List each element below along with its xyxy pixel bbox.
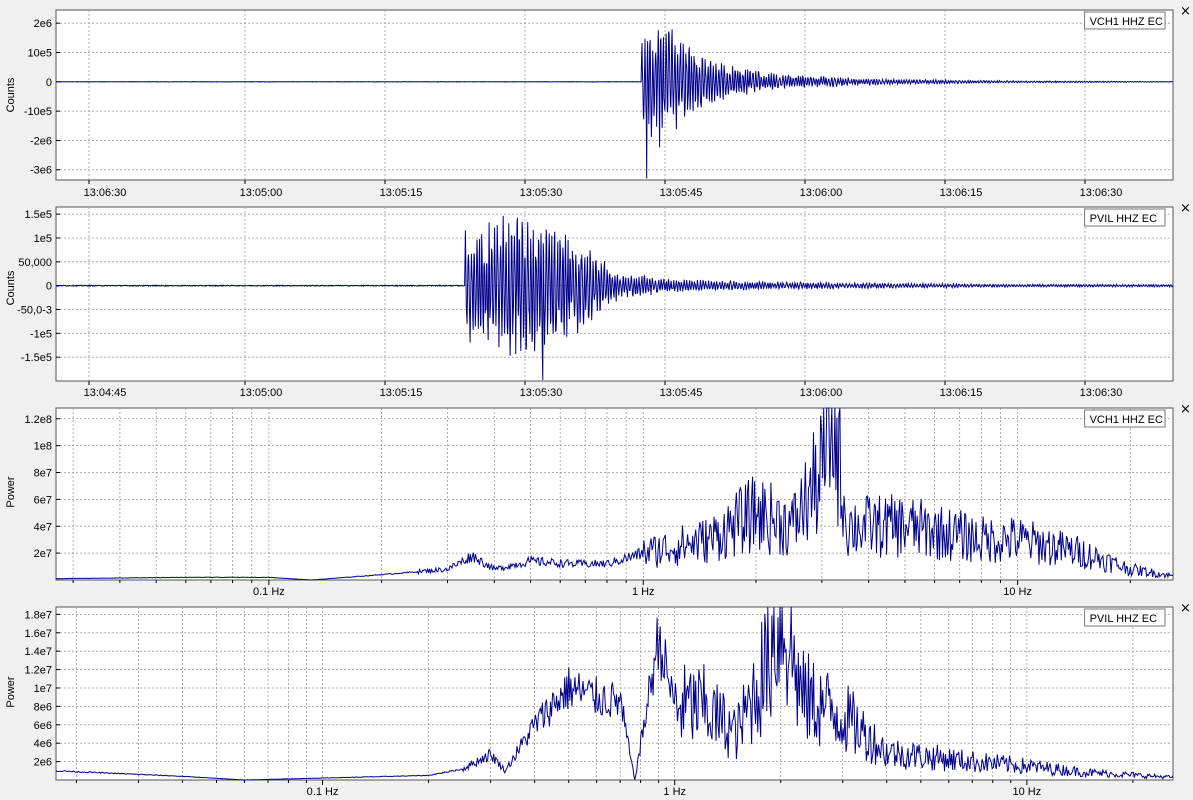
y-tick-label: 2e6 xyxy=(34,757,52,769)
y-tick-label: 0 xyxy=(46,77,52,89)
x-tick-label: 13:04:45 xyxy=(84,387,127,399)
y-axis-label: Power xyxy=(5,476,17,508)
y-tick-label: 1.5e5 xyxy=(24,209,52,221)
y-tick-label: -2e6 xyxy=(30,135,52,147)
legend-label: PVIL HHZ EC xyxy=(1090,213,1157,225)
y-tick-label: 10e5 xyxy=(28,48,52,60)
y-tick-label: 1.2e8 xyxy=(24,414,52,426)
y-tick-label: -1e5 xyxy=(30,328,52,340)
y-tick-label: 0 xyxy=(46,281,52,293)
y-tick-label: 1.8e7 xyxy=(24,609,52,621)
close-icon[interactable]: × xyxy=(1180,201,1191,216)
y-tick-label: 8e7 xyxy=(34,468,52,480)
y-tick-label: 1e5 xyxy=(34,233,52,245)
x-tick-label: 13:06:30 xyxy=(1080,387,1123,399)
y-tick-label: 6e6 xyxy=(34,720,52,732)
x-tick-label: 13:05:45 xyxy=(660,187,703,199)
x-tick-label: 0.1 Hz xyxy=(307,786,339,798)
spectrum-panel-2: 0.1 Hz 1 Hz 10 Hz 1.8e7 1.6e7 1.4e7 1.2e7 1e7 8e… xyxy=(5,601,1191,798)
y-tick-label: 50,000 xyxy=(18,257,52,269)
x-tick-label: 13:06:30 xyxy=(1080,187,1123,199)
x-tick-label: 1 Hz xyxy=(632,586,655,598)
plot-area xyxy=(55,9,1174,181)
x-tick-label: 0.1 Hz xyxy=(253,586,285,598)
plot-area xyxy=(55,407,1174,581)
y-tick-label: -50,0-3 xyxy=(17,304,52,316)
y-axis-label: Power xyxy=(5,676,17,708)
x-tick-label: 13:05:45 xyxy=(660,387,703,399)
y-tick-label: -3e6 xyxy=(30,165,52,177)
x-tick-label: 13:06:15 xyxy=(940,387,983,399)
x-tick-label: 1 Hz xyxy=(663,786,686,798)
close-icon[interactable]: × xyxy=(1180,402,1191,417)
x-tick-label: 13:06:00 xyxy=(800,187,843,199)
y-tick-label: 1.6e7 xyxy=(24,628,52,640)
seismogram-charts: 13:06:30 13:05:00 13:05:15 13:05:30 13:05:45… xyxy=(5,4,1191,798)
y-axis-label: Counts xyxy=(5,77,17,112)
x-tick-label: 13:05:30 xyxy=(520,187,563,199)
x-tick-label: 10 Hz xyxy=(1003,586,1032,598)
spectrum-panel-1: 0.1 Hz 1 Hz 10 Hz 1.2e8 1e8 8e7 6e7 4e7 2e7 Power… xyxy=(5,402,1191,598)
y-axis-label: Counts xyxy=(5,270,17,305)
waveform-panel-2: 13:04:45 13:05:00 13:05:15 13:05:30 13:05:45… xyxy=(5,201,1191,399)
y-tick-label: 2e6 xyxy=(34,18,52,30)
y-tick-label: 2e7 xyxy=(34,548,52,560)
legend-label: PVIL HHZ EC xyxy=(1090,613,1157,625)
x-tick-label: 13:05:30 xyxy=(520,387,563,399)
waveform-panel-1: 13:06:30 13:05:00 13:05:15 13:05:30 13:05:45… xyxy=(5,4,1191,199)
legend-label: VCH1 HHZ EC xyxy=(1090,414,1163,426)
x-tick-label: 10 Hz xyxy=(1012,786,1041,798)
y-tick-label: 1e8 xyxy=(34,441,52,453)
x-tick-label: 13:06:15 xyxy=(940,187,983,199)
close-icon[interactable]: × xyxy=(1180,601,1191,616)
y-tick-label: 4e7 xyxy=(34,521,52,533)
x-tick-label: 13:06:00 xyxy=(800,387,843,399)
y-tick-label: 1.4e7 xyxy=(24,646,52,658)
y-tick-label: 1.2e7 xyxy=(24,665,52,677)
y-tick-label: 4e6 xyxy=(34,738,52,750)
y-tick-label: 8e6 xyxy=(34,701,52,713)
y-tick-label: -10e5 xyxy=(24,106,52,118)
y-tick-label: 6e7 xyxy=(34,494,52,506)
y-tick-label: 1e7 xyxy=(34,683,52,695)
y-tick-label: -1.5e5 xyxy=(21,352,52,364)
close-icon[interactable]: × xyxy=(1180,4,1191,19)
legend-label: VCH1 HHZ EC xyxy=(1090,16,1163,28)
x-tick-label: 13:05:15 xyxy=(380,187,423,199)
x-tick-label: 13:05:15 xyxy=(380,387,423,399)
x-tick-label: 13:05:00 xyxy=(240,187,283,199)
x-tick-label: 13:06:30 xyxy=(84,187,127,199)
x-tick-label: 13:05:00 xyxy=(240,387,283,399)
